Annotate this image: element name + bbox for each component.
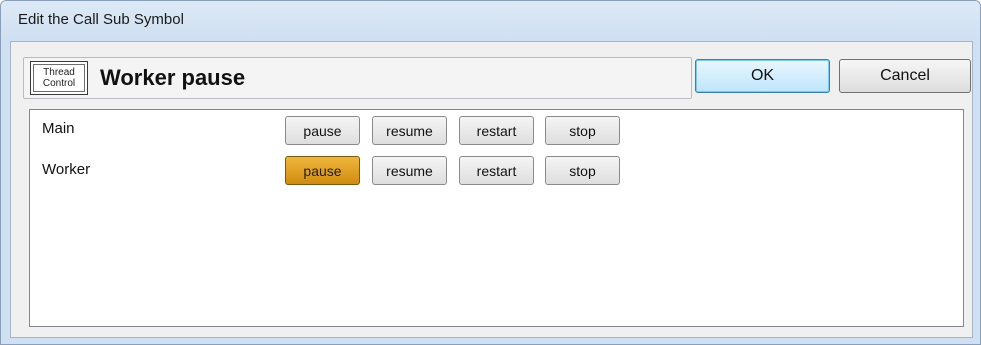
dialog-client-area: Thread Control Worker pause OK Cancel Ma… — [10, 41, 973, 338]
cancel-button[interactable]: Cancel — [839, 59, 971, 93]
main-resume-button[interactable]: resume — [372, 116, 447, 145]
main-stop-button[interactable]: stop — [545, 116, 620, 145]
worker-restart-button[interactable]: restart — [459, 156, 534, 185]
window-title: Edit the Call Sub Symbol — [18, 11, 184, 28]
main-restart-button[interactable]: restart — [459, 116, 534, 145]
worker-resume-button[interactable]: resume — [372, 156, 447, 185]
ok-button[interactable]: OK — [695, 59, 830, 93]
main-pause-button[interactable]: pause — [285, 116, 360, 145]
icon-label-line2: Control — [42, 78, 76, 89]
thread-list: Main pause resume restart stop Worker pa… — [29, 109, 964, 327]
worker-stop-button[interactable]: stop — [545, 156, 620, 185]
row-label-main: Main — [42, 120, 75, 137]
thread-control-icon: Thread Control — [30, 61, 88, 95]
symbol-name-field[interactable]: Thread Control Worker pause — [23, 57, 692, 99]
row-label-worker: Worker — [42, 161, 91, 178]
title-bar[interactable]: Edit the Call Sub Symbol — [1, 1, 980, 41]
dialog-window: Edit the Call Sub Symbol Thread Control … — [0, 0, 981, 345]
icon-label-line1: Thread — [43, 67, 75, 78]
symbol-name: Worker pause — [100, 65, 246, 90]
worker-pause-button[interactable]: pause — [285, 156, 360, 185]
